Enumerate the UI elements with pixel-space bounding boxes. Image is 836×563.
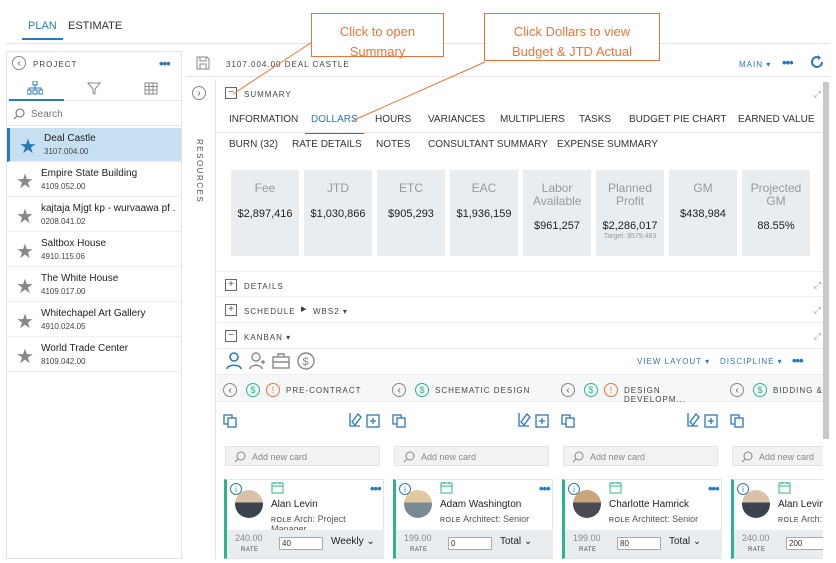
callout-dollars: Click Dollars to view Budget & JTD Actua… [484,13,660,61]
callout-summary: Click to open Summary [311,13,444,59]
callout-arrows [232,41,486,122]
